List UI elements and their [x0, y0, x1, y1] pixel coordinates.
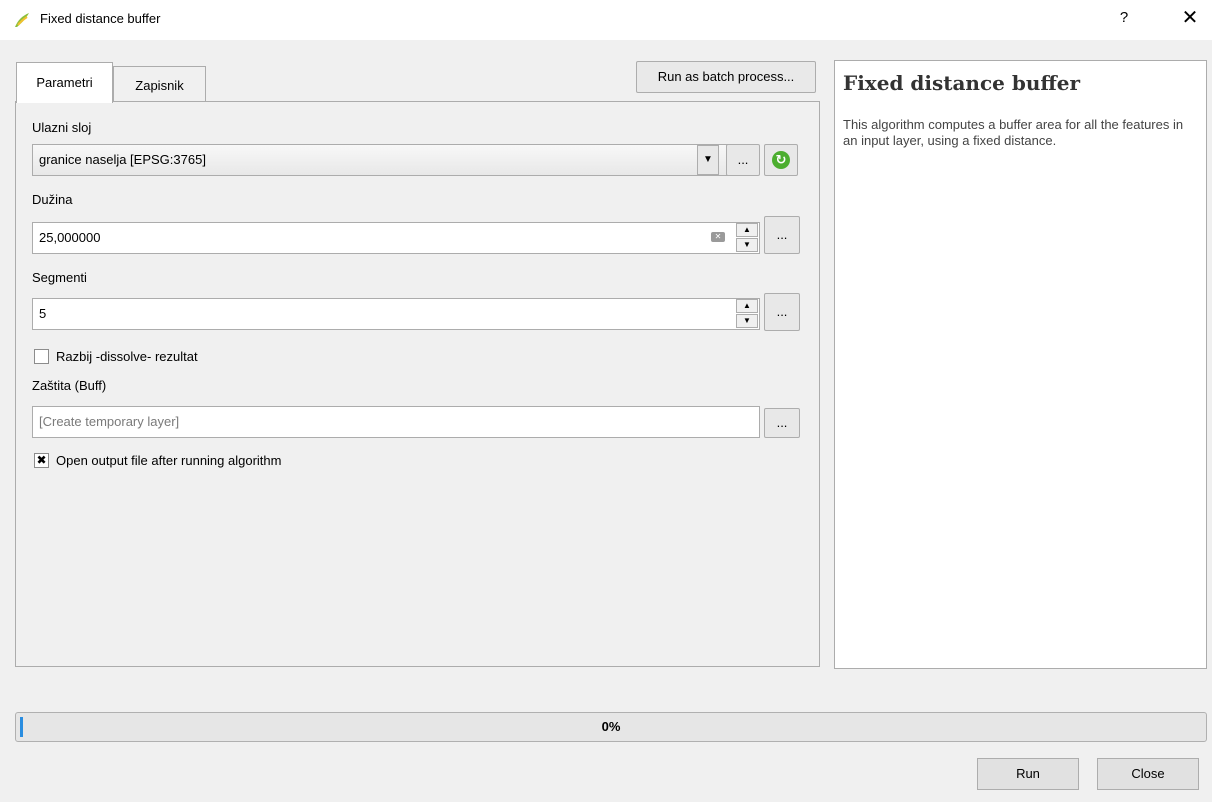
- dissolve-checkbox[interactable]: [34, 349, 49, 364]
- spin-up-icon[interactable]: ▲: [736, 223, 758, 237]
- dissolve-label: Razbij -dissolve- rezultat: [56, 349, 198, 364]
- chevron-down-icon[interactable]: ▼: [697, 145, 719, 175]
- segments-value: 5: [39, 306, 47, 321]
- input-layer-label: Ulazni sloj: [32, 120, 92, 135]
- distance-spinner[interactable]: ▲ ▼: [736, 223, 758, 253]
- input-layer-combo[interactable]: granice naselja [EPSG:3765]: [32, 144, 735, 176]
- clear-icon[interactable]: ✕: [711, 232, 725, 242]
- output-placeholder: [Create temporary layer]: [39, 414, 180, 429]
- segments-spinner[interactable]: ▲ ▼: [736, 299, 758, 329]
- output-label: Zaštita (Buff): [32, 378, 107, 393]
- input-layer-browse-button[interactable]: ...: [726, 144, 760, 176]
- input-layer-value: granice naselja [EPSG:3765]: [39, 152, 206, 167]
- help-panel: Fixed distance buffer This algorithm com…: [834, 60, 1207, 669]
- spin-up-icon[interactable]: ▲: [736, 299, 758, 313]
- open-output-label: Open output file after running algorithm: [56, 453, 282, 468]
- output-browse-button[interactable]: ...: [764, 408, 800, 438]
- distance-label: Dužina: [32, 192, 73, 207]
- help-title: Fixed distance buffer: [843, 71, 1081, 95]
- spin-down-icon[interactable]: ▼: [736, 314, 758, 328]
- qgis-icon: [15, 13, 29, 27]
- tab-parametri[interactable]: Parametri: [16, 62, 113, 103]
- help-description: This algorithm computes a buffer area fo…: [843, 117, 1184, 148]
- tab-label: Parametri: [36, 75, 93, 90]
- distance-options-button[interactable]: ...: [764, 216, 800, 254]
- close-window-icon[interactable]: ✕: [1178, 6, 1202, 30]
- progress-bar: 0%: [15, 712, 1207, 742]
- run-button[interactable]: Run: [977, 758, 1079, 790]
- spin-down-icon[interactable]: ▼: [736, 238, 758, 252]
- tab-label: Zapisnik: [135, 78, 184, 93]
- progress-text: 0%: [601, 719, 621, 734]
- open-output-checkbox[interactable]: ✖: [34, 453, 49, 468]
- output-path-input[interactable]: [Create temporary layer]: [32, 406, 760, 438]
- window-title: Fixed distance buffer: [40, 11, 161, 26]
- run-as-batch-button[interactable]: Run as batch process...: [636, 61, 816, 93]
- distance-value: 25,000000: [39, 230, 101, 245]
- segments-label: Segmenti: [32, 270, 87, 285]
- help-button[interactable]: ?: [1114, 9, 1134, 26]
- reload-layer-button[interactable]: ↻: [764, 144, 798, 176]
- distance-input[interactable]: 25,000000: [32, 222, 760, 254]
- title-bar: Fixed distance buffer ? ✕: [0, 0, 1212, 40]
- close-button[interactable]: Close: [1097, 758, 1199, 790]
- segments-options-button[interactable]: ...: [764, 293, 800, 331]
- segments-input[interactable]: 5: [32, 298, 760, 330]
- reload-icon: ↻: [772, 151, 790, 169]
- tab-zapisnik[interactable]: Zapisnik: [113, 66, 206, 101]
- parameters-panel: Ulazni sloj granice naselja [EPSG:3765] …: [15, 101, 820, 667]
